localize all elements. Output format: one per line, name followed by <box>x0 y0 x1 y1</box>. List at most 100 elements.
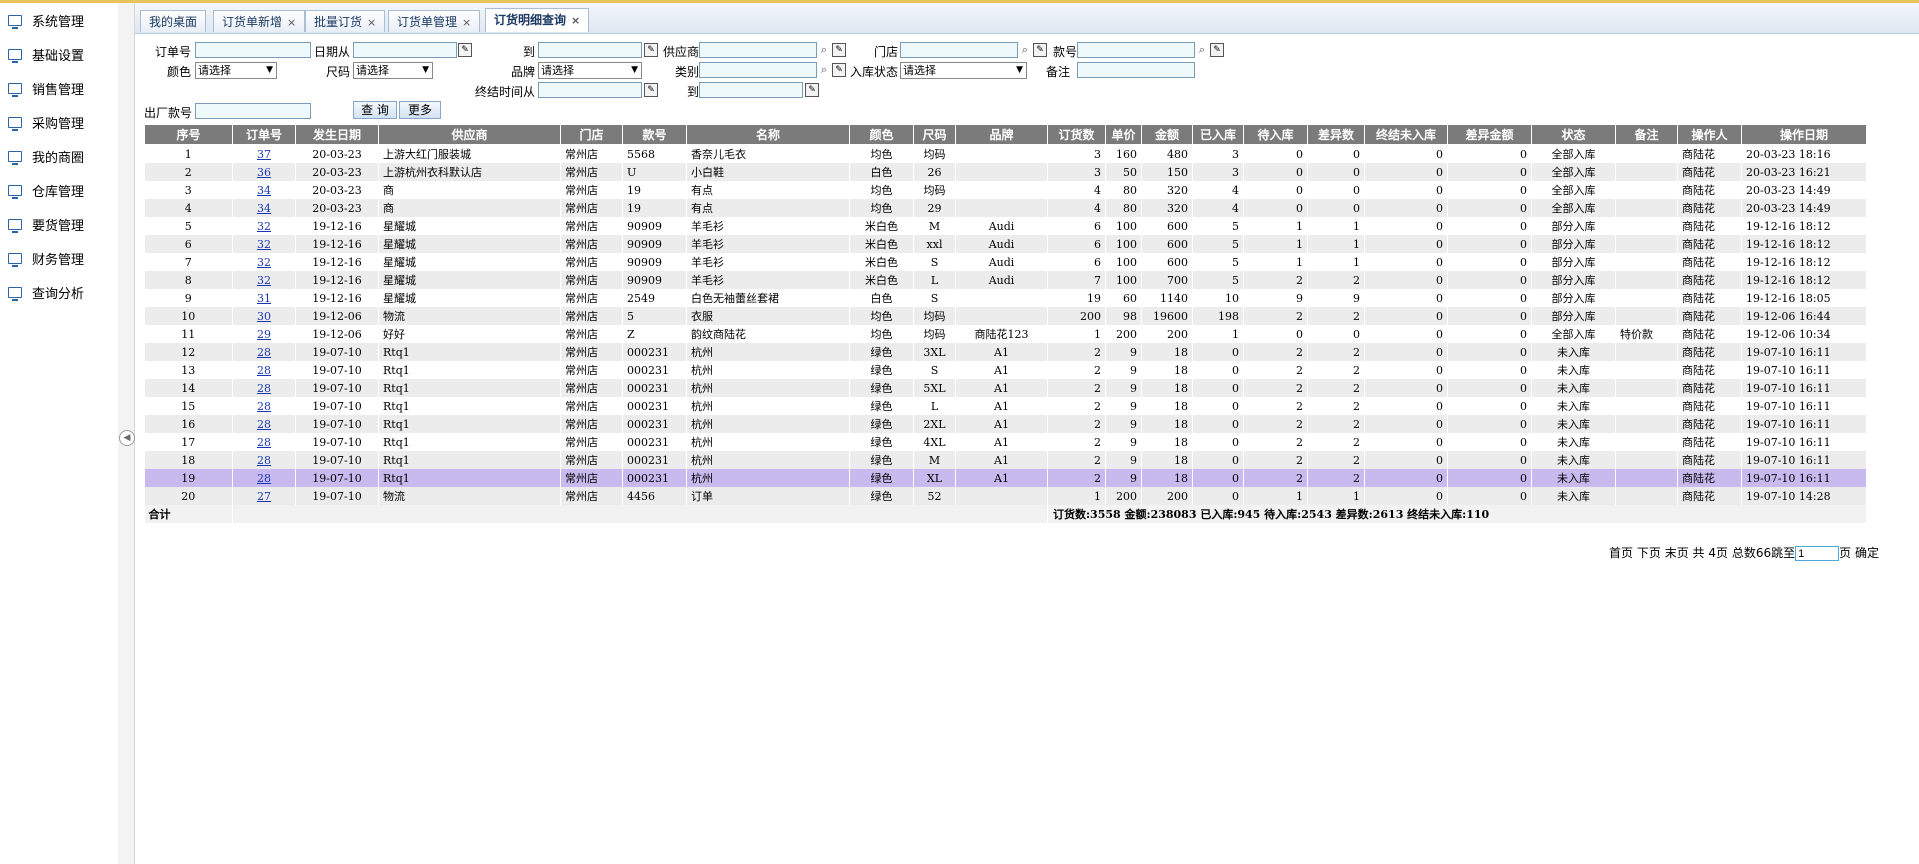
sidebar-item-7[interactable]: 财务管理 <box>0 241 118 275</box>
sidebar-item-8[interactable]: 查询分析 <box>0 275 118 309</box>
close-icon[interactable]: × <box>367 16 376 29</box>
table-row[interactable]: 6 32 19-12-16 星耀城 常州店 90909 羊毛衫 米白色 xxl Audi 6 100 6… <box>144 235 1867 253</box>
style-no-lookup-button[interactable]: ⌕ <box>1195 43 1209 57</box>
order-no-link[interactable]: 31 <box>257 292 271 305</box>
tab-1[interactable]: 订货单新增 × <box>213 10 306 32</box>
style-no-input[interactable] <box>1077 42 1195 58</box>
table-row[interactable]: 14 28 19-07-10 Rtq1 常州店 000231 杭州 绿色 5XL A1 2 9 18 0 2… <box>144 379 1867 397</box>
store-input[interactable] <box>900 42 1018 58</box>
column-header[interactable]: 金额 <box>1141 124 1193 145</box>
order-no-link[interactable]: 28 <box>257 400 271 413</box>
category-pick-button[interactable]: ✎ <box>832 63 846 77</box>
collapse-sidebar-button[interactable]: ◀ <box>119 430 135 446</box>
column-header[interactable]: 订单号 <box>232 124 296 145</box>
category-input[interactable] <box>699 62 817 78</box>
date-from-input[interactable] <box>353 42 457 58</box>
last-page-link[interactable]: 末页 <box>1665 546 1689 560</box>
column-header[interactable]: 差异数 <box>1307 124 1365 145</box>
more-button[interactable]: 更多 <box>399 101 441 119</box>
column-header[interactable]: 门店 <box>560 124 623 145</box>
column-header[interactable]: 发生日期 <box>295 124 379 145</box>
column-header[interactable]: 待入库 <box>1243 124 1308 145</box>
order-no-link[interactable]: 32 <box>257 220 271 233</box>
order-no-link[interactable]: 34 <box>257 202 271 215</box>
table-row[interactable]: 10 30 19-12-06 物流 常州店 5 衣服 均色 均码 200 98 19600 198 2 2 0… <box>144 307 1867 325</box>
supplier-input[interactable] <box>699 42 817 58</box>
sidebar-item-5[interactable]: 仓库管理 <box>0 173 118 207</box>
supplier-lookup-button[interactable]: ⌕ <box>817 43 831 57</box>
tab-2[interactable]: 批量订货 × <box>305 10 386 32</box>
column-header[interactable]: 序号 <box>144 124 233 145</box>
date-from-picker-button[interactable]: ✎ <box>458 43 472 57</box>
order-no-link[interactable]: 34 <box>257 184 271 197</box>
table-row[interactable]: 12 28 19-07-10 Rtq1 常州店 000231 杭州 绿色 3XL A1 2 9 18 0 2… <box>144 343 1867 361</box>
column-header[interactable]: 单价 <box>1105 124 1142 145</box>
table-row[interactable]: 18 28 19-07-10 Rtq1 常州店 000231 杭州 绿色 M A1 2 9 18 0 2 2 0… <box>144 451 1867 469</box>
order-no-link[interactable]: 28 <box>257 436 271 449</box>
color-select[interactable]: 请选择 ▼ <box>195 62 277 79</box>
order-no-link[interactable]: 32 <box>257 238 271 251</box>
order-no-link[interactable]: 30 <box>257 310 271 323</box>
order-no-link[interactable]: 28 <box>257 346 271 359</box>
supplier-pick-button[interactable]: ✎ <box>832 43 846 57</box>
table-row[interactable]: 17 28 19-07-10 Rtq1 常州店 000231 杭州 绿色 4XL A1 2 9 18 0 2… <box>144 433 1867 451</box>
close-icon[interactable]: × <box>287 16 296 29</box>
sidebar-item-1[interactable]: 基础设置 <box>0 37 118 71</box>
category-lookup-button[interactable]: ⌕ <box>817 63 831 77</box>
tab-3[interactable]: 订货单管理 × <box>388 10 481 32</box>
column-header[interactable]: 订货数 <box>1047 124 1106 145</box>
order-no-link[interactable]: 28 <box>257 382 271 395</box>
search-button[interactable]: 查 询 <box>353 101 397 119</box>
close-icon[interactable]: × <box>462 16 471 29</box>
column-header[interactable]: 已入库 <box>1192 124 1244 145</box>
store-pick-button[interactable]: ✎ <box>1033 43 1047 57</box>
column-header[interactable]: 供应商 <box>378 124 561 145</box>
close-icon[interactable]: × <box>571 14 580 27</box>
end-time-to-input[interactable] <box>699 82 803 98</box>
sidebar-item-3[interactable]: 采购管理 <box>0 105 118 139</box>
table-row[interactable]: 5 32 19-12-16 星耀城 常州店 90909 羊毛衫 米白色 M Audi 6 100 600… <box>144 217 1867 235</box>
table-row[interactable]: 8 32 19-12-16 星耀城 常州店 90909 羊毛衫 米白色 L Audi 7 100 700… <box>144 271 1867 289</box>
table-row[interactable]: 20 27 19-07-10 物流 常州店 4456 订单 绿色 52 1 200 200 0 1 1 0 0 未… <box>144 487 1867 505</box>
brand-select[interactable]: 请选择 ▼ <box>538 62 642 79</box>
order-no-link[interactable]: 28 <box>257 364 271 377</box>
end-time-from-input[interactable] <box>538 82 642 98</box>
table-row[interactable]: 15 28 19-07-10 Rtq1 常州店 000231 杭州 绿色 L A1 2 9 18 0 2 2 0… <box>144 397 1867 415</box>
order-no-link[interactable]: 32 <box>257 274 271 287</box>
order-no-link[interactable]: 36 <box>257 166 271 179</box>
end-time-to-picker-button[interactable]: ✎ <box>805 83 819 97</box>
column-header[interactable]: 状态 <box>1531 124 1616 145</box>
column-header[interactable]: 名称 <box>686 124 850 145</box>
date-to-picker-button[interactable]: ✎ <box>644 43 658 57</box>
order-no-input[interactable] <box>195 42 311 58</box>
table-row[interactable]: 13 28 19-07-10 Rtq1 常州店 000231 杭州 绿色 S A1 2 9 18 0 2 2 0… <box>144 361 1867 379</box>
table-row[interactable]: 9 31 19-12-16 星耀城 常州店 2549 白色无袖蕾丝套裙 白色 S 19 60 1140… <box>144 289 1867 307</box>
table-row[interactable]: 1 37 20-03-23 上游大红门服装城 常州店 5568 香奈儿毛衣 均色 均码 3 160 4… <box>144 144 1867 163</box>
size-select[interactable]: 请选择 ▼ <box>353 62 433 79</box>
end-time-from-picker-button[interactable]: ✎ <box>644 83 658 97</box>
first-page-link[interactable]: 首页 <box>1609 546 1633 560</box>
order-no-link[interactable]: 28 <box>257 472 271 485</box>
store-lookup-button[interactable]: ⌕ <box>1018 43 1032 57</box>
column-header[interactable]: 终结未入库 <box>1364 124 1448 145</box>
date-to-input[interactable] <box>538 42 642 58</box>
table-row[interactable]: 11 29 19-12-06 好好 常州店 Z 韵纹商陆花 均色 均码 商陆花123 1 200 200… <box>144 325 1867 343</box>
page-number-input[interactable] <box>1795 546 1840 561</box>
sidebar-item-6[interactable]: 要货管理 <box>0 207 118 241</box>
order-no-link[interactable]: 28 <box>257 418 271 431</box>
tab-4[interactable]: 订货明细查询 × <box>485 8 590 32</box>
table-row[interactable]: 2 36 20-03-23 上游杭州衣科默认店 常州店 U 小白鞋 白色 26 3 50 150 3 0 0… <box>144 163 1867 181</box>
table-row[interactable]: 7 32 19-12-16 星耀城 常州店 90909 羊毛衫 米白色 S Audi 6 100 600… <box>144 253 1867 271</box>
table-row[interactable]: 16 28 19-07-10 Rtq1 常州店 000231 杭州 绿色 2XL A1 2 9 18 0 2… <box>144 415 1867 433</box>
column-header[interactable]: 差异金额 <box>1447 124 1532 145</box>
order-no-link[interactable]: 28 <box>257 454 271 467</box>
order-no-link[interactable]: 37 <box>257 148 271 161</box>
sidebar-item-0[interactable]: 系统管理 <box>0 3 118 37</box>
column-header[interactable]: 备注 <box>1615 124 1678 145</box>
factory-no-input[interactable] <box>195 103 311 119</box>
column-header[interactable]: 款号 <box>622 124 687 145</box>
stock-status-select[interactable]: 请选择 ▼ <box>900 62 1027 79</box>
table-row[interactable]: 4 34 20-03-23 商常州店 19 有点 均色 29 4 80 320 4 0 0 0 0 全部入库 商陆… <box>144 199 1867 217</box>
order-no-link[interactable]: 27 <box>257 490 271 503</box>
table-row[interactable]: 19 28 19-07-10 Rtq1 常州店 000231 杭州 绿色 XL A1 2 9 18 0 2 2… <box>144 469 1867 487</box>
